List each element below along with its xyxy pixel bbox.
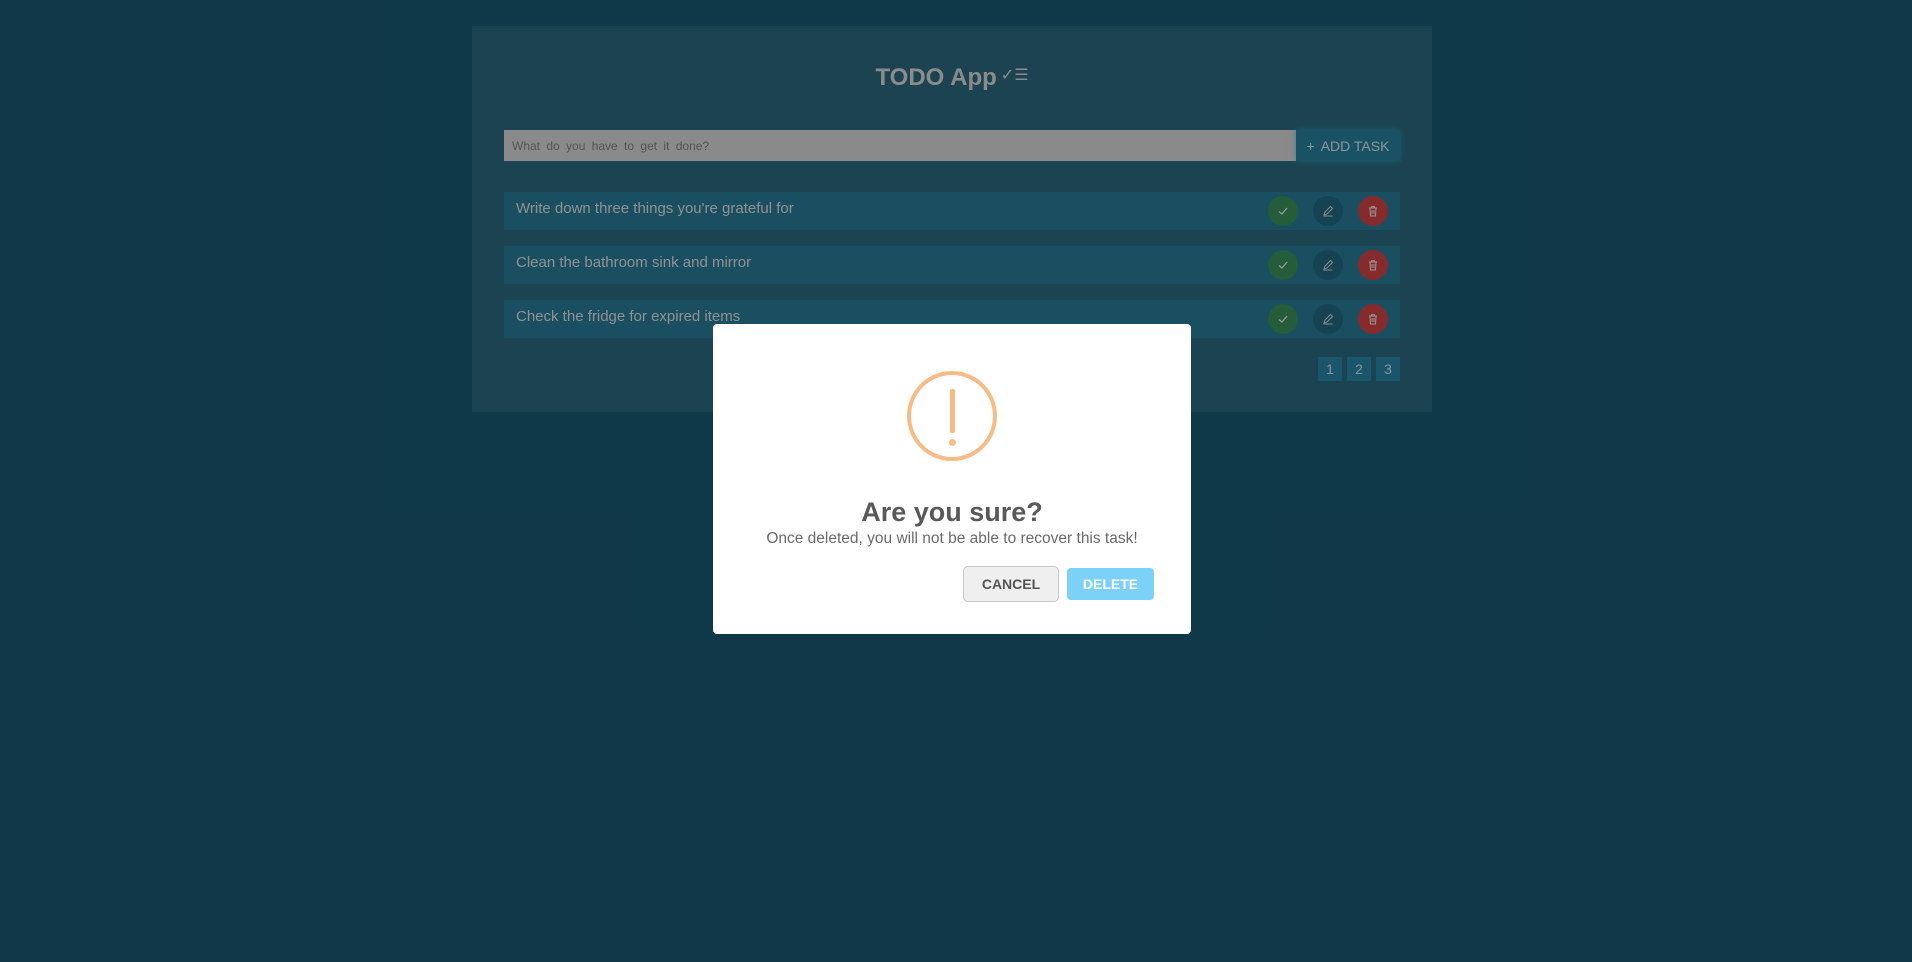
confirm-delete-button[interactable]: DELETE bbox=[1067, 568, 1154, 600]
dialog-title: Are you sure? bbox=[861, 497, 1043, 527]
warning-icon-dot bbox=[949, 439, 956, 446]
cancel-button[interactable]: CANCEL bbox=[963, 566, 1059, 602]
dialog-actions: CANCEL DELETE bbox=[963, 566, 1154, 602]
confirm-delete-dialog: Are you sure? Once deleted, you will not… bbox=[713, 324, 1191, 634]
dialog-message: Once deleted, you will not be able to re… bbox=[766, 530, 1138, 547]
warning-icon-bar bbox=[950, 389, 955, 433]
warning-icon bbox=[907, 371, 997, 461]
